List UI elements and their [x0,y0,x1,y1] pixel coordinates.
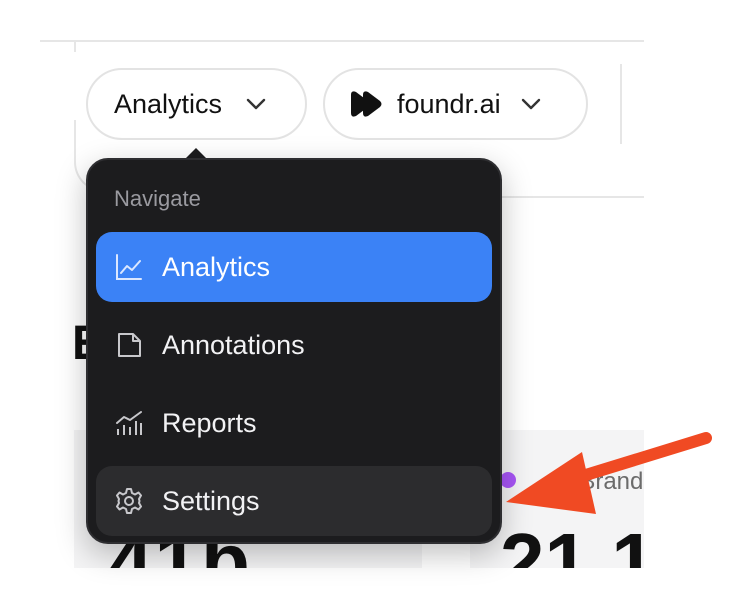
toolbar-vertical-divider [620,64,622,144]
divider-tick [74,42,76,52]
foundr-logo-icon [351,91,382,117]
section-selector-label: Analytics [114,88,223,119]
line-chart-icon [116,254,142,280]
menu-item-label: Settings [162,485,260,516]
workspace-selector-label: foundr.ai [397,88,501,119]
menu-item-reports[interactable]: Reports [96,388,492,458]
menu-item-label: Annotations [162,329,305,360]
menu-item-label: Reports [162,407,257,438]
document-icon [118,333,141,357]
menu-item-settings[interactable]: Settings [96,466,492,536]
bar-trend-icon [116,411,142,435]
viewport-bottom [0,568,742,608]
menu-heading: Navigate [114,186,201,211]
annotation-arrow-icon [506,432,712,514]
stat-card-value: 21.1 [500,522,644,568]
menu-item-label: Analytics [162,251,271,282]
navigate-dropdown-menu: Navigate Analytics Annotations Reports S… [86,158,502,544]
chevron-down-icon [246,98,266,110]
chevron-down-icon [521,98,540,110]
gear-icon [116,488,142,514]
workspace-selector-button[interactable]: foundr.ai [323,68,588,140]
app-screen: Analytics foundr.ai E l-Brand 41b 21.1 N… [0,0,742,608]
section-selector-button[interactable]: Analytics [86,68,307,140]
menu-item-analytics[interactable]: Analytics [96,232,492,302]
header-divider [40,40,644,42]
menu-item-annotations[interactable]: Annotations [96,310,492,380]
